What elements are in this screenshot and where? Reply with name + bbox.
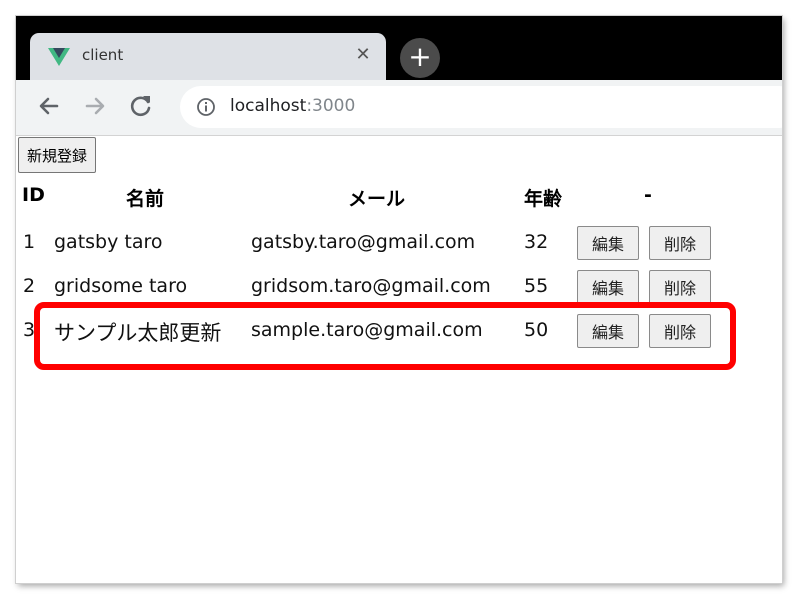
row-id: 1 (23, 231, 36, 253)
row-age: 32 (524, 231, 549, 253)
tab-title: client (82, 46, 124, 64)
url-host: localhost (230, 96, 307, 116)
plus-icon[interactable]: + (400, 38, 440, 78)
column-header-actions: - (644, 184, 652, 206)
tab-strip: client ✕ + (16, 16, 782, 80)
reload-icon[interactable] (126, 91, 156, 121)
back-arrow-icon[interactable] (34, 91, 64, 121)
page-content: 新規登録 ID 名前 メール 年齢 - 1 gatsby taro gatsby… (16, 136, 782, 583)
delete-button[interactable]: 削除 (649, 270, 711, 304)
delete-button[interactable]: 削除 (649, 226, 711, 260)
forward-arrow-icon[interactable] (80, 91, 110, 121)
url-port: :3000 (306, 96, 356, 116)
edit-button[interactable]: 編集 (577, 226, 639, 260)
column-header-id: ID (22, 184, 45, 206)
column-header-email: メール (348, 188, 406, 210)
address-bar[interactable]: localhost:3000 (180, 86, 782, 128)
vue-logo-icon (48, 48, 70, 66)
info-icon[interactable] (196, 97, 216, 117)
row-age: 55 (524, 275, 549, 297)
column-header-name: 名前 (126, 188, 165, 210)
column-header-age: 年齢 (524, 188, 563, 210)
register-button[interactable]: 新規登録 (18, 137, 97, 173)
row-id: 2 (23, 275, 36, 297)
browser-toolbar: localhost:3000 (16, 80, 782, 136)
row-email: gatsby.taro@gmail.com (251, 231, 476, 253)
row-name: gatsby taro (54, 231, 163, 253)
highlight-box (34, 302, 736, 370)
tab-client[interactable]: client ✕ (30, 33, 386, 80)
row-name: gridsome taro (54, 275, 188, 297)
url-text: localhost:3000 (230, 96, 355, 116)
row-email: gridsom.taro@gmail.com (251, 275, 491, 297)
edit-button[interactable]: 編集 (577, 270, 639, 304)
close-icon[interactable]: ✕ (352, 42, 374, 68)
browser-window: client ✕ + localhost:3000 新規登録 ID 名前 メール… (16, 16, 782, 583)
